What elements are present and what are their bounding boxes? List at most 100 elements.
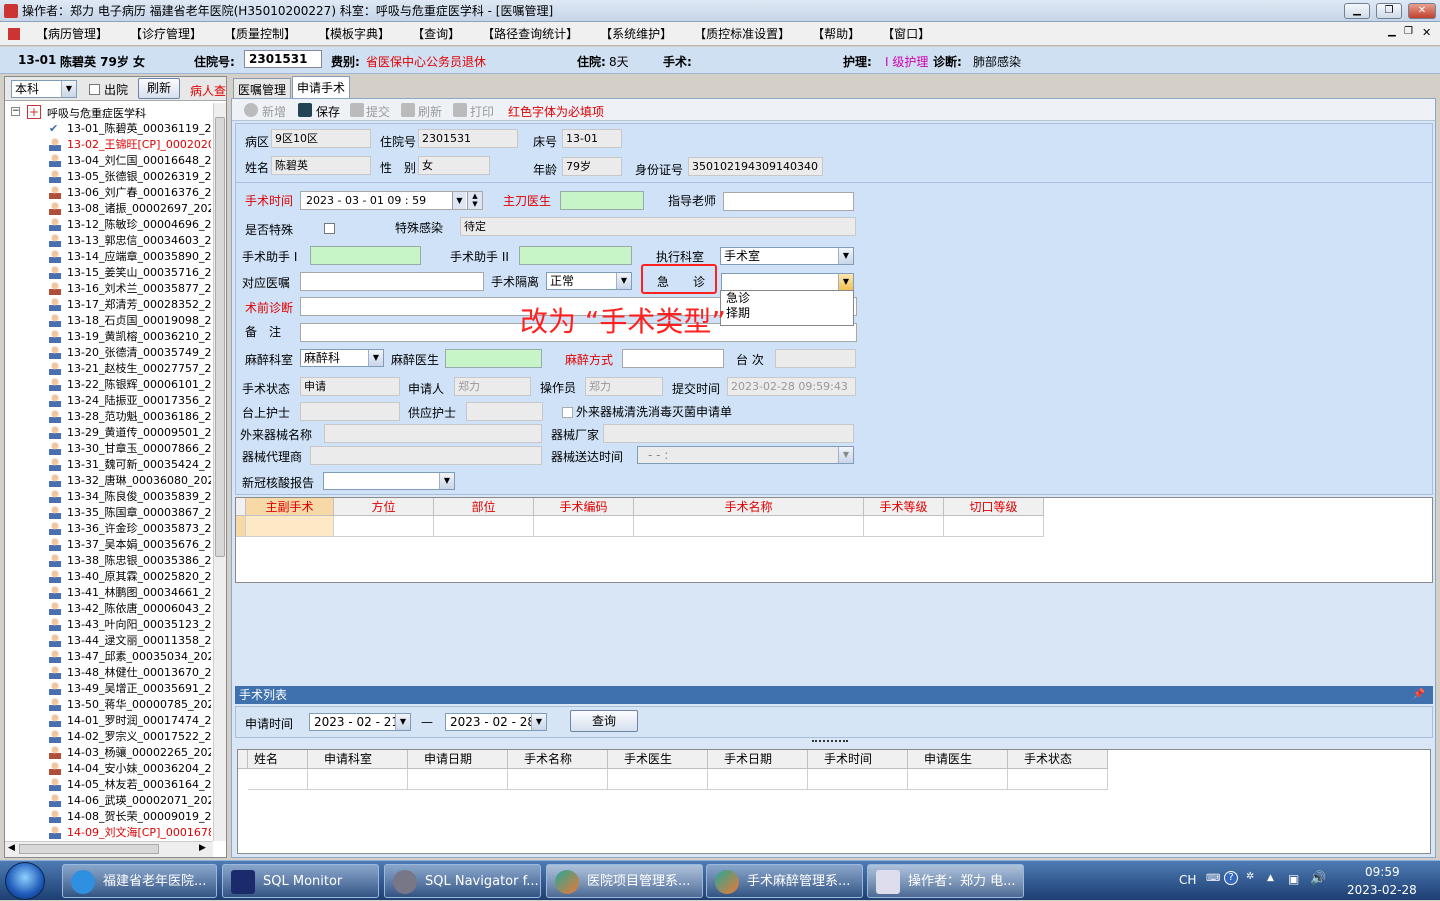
grid-cell[interactable] <box>944 516 1044 537</box>
discharged-checkbox[interactable] <box>89 84 100 95</box>
patient-tree-item[interactable]: 14-04_安小妹_00036204_20 <box>67 761 211 777</box>
list-col-header[interactable]: 手术状态 <box>1008 750 1108 769</box>
list-col-header[interactable]: 姓名 <box>248 750 308 769</box>
mdi-minimize-icon[interactable]: ▁ <box>1388 26 1396 37</box>
patient-tree-item[interactable]: 13-02_王锦旺[CP]_0002020 <box>67 137 211 153</box>
menu-path-stats[interactable]: 【路径查询统计】 <box>482 25 578 42</box>
patient-tree-item[interactable]: 14-03_杨骧_00002265_2023 <box>67 745 211 761</box>
tab-orders[interactable]: 医嘱管理 <box>233 78 292 98</box>
list-cell[interactable] <box>508 769 608 790</box>
tree-horizontal-scrollbar[interactable]: ◀ ▶ <box>5 841 213 857</box>
ext-name-field[interactable] <box>324 424 542 443</box>
list-col-header[interactable]: 申请医生 <box>908 750 1008 769</box>
order-field[interactable] <box>300 272 484 291</box>
patient-tree-item[interactable]: 13-21_赵枝生_00027757_20 <box>67 361 211 377</box>
grid-cell[interactable] <box>864 516 944 537</box>
grid-col-header[interactable]: 手术名称 <box>634 498 864 516</box>
covid-report-select[interactable]: ▼ <box>323 472 455 490</box>
anes-method-field[interactable] <box>622 349 724 368</box>
patient-tree-item[interactable]: 13-28_范功魁_00036186_20 <box>67 409 211 425</box>
task-hospital-project[interactable]: 医院项目管理系... <box>546 864 703 898</box>
scope-select[interactable]: 本科 ▼ <box>11 80 77 98</box>
patient-tree-item[interactable]: 13-47_邱素_00035034_2023 <box>67 649 211 665</box>
task-browser[interactable]: 福建省老年医院... <box>62 864 217 898</box>
grid-cell[interactable] <box>334 516 434 537</box>
special-checkbox[interactable] <box>324 223 335 234</box>
task-anesthesia[interactable]: 手术麻醉管理系... <box>706 864 863 898</box>
close-button[interactable]: ✕ <box>1408 3 1436 19</box>
menu-system[interactable]: 【系统维护】 <box>600 25 672 42</box>
query-button[interactable]: 查询 <box>570 710 638 732</box>
patient-search-link[interactable]: 病人查 <box>190 82 226 99</box>
settings-icon[interactable]: ✲ <box>1246 871 1254 882</box>
patient-tree-item[interactable]: 13-15_姜笑山_00035716_20 <box>67 265 211 281</box>
patient-tree-item[interactable]: 14-02_罗宗义_00017522_20 <box>67 729 211 745</box>
grid-col-header[interactable]: 手术编码 <box>534 498 634 516</box>
minimize-button[interactable]: ▁ <box>1344 3 1370 19</box>
vendor-field[interactable] <box>603 424 854 443</box>
patient-tree-item[interactable]: 13-29_黄道传_00009501_20 <box>67 425 211 441</box>
list-col-header[interactable]: 申请日期 <box>408 750 508 769</box>
grid-col-header[interactable]: 手术等级 <box>864 498 944 516</box>
network-icon[interactable]: ▣ <box>1288 872 1299 886</box>
list-cell[interactable] <box>708 769 808 790</box>
print-button[interactable]: 打印 <box>470 103 494 120</box>
delivery-time-field[interactable]: - - : ▼ <box>637 446 854 464</box>
surgeon-field[interactable] <box>560 191 644 210</box>
list-col-header[interactable]: 手术日期 <box>708 750 808 769</box>
patient-tree-item[interactable]: 14-05_林友若_00036164_20 <box>67 777 211 793</box>
patient-tree-item[interactable]: 13-16_刘术兰_00035877_20 <box>67 281 211 297</box>
list-cell[interactable] <box>408 769 508 790</box>
isolation-select[interactable]: 正常 ▼ <box>546 272 632 290</box>
menu-query[interactable]: 【查询】 <box>412 25 460 42</box>
mentor-field[interactable] <box>723 192 854 211</box>
menu-template[interactable]: 【模板字典】 <box>318 25 390 42</box>
patient-tree-item[interactable]: 13-41_林鹏图_00034661_20 <box>67 585 211 601</box>
grid-col-header[interactable]: 方位 <box>334 498 434 516</box>
scroll-left-icon[interactable]: ◀ <box>8 843 15 853</box>
grid-col-header[interactable]: 切口等级 <box>944 498 1044 516</box>
nurse-field[interactable] <box>300 402 400 421</box>
infect-field[interactable]: 待定 <box>460 217 856 236</box>
help-icon[interactable]: ? <box>1224 871 1238 885</box>
menu-record[interactable]: 【病历管理】 <box>36 25 108 42</box>
list-cell[interactable] <box>608 769 708 790</box>
clock-time[interactable]: 09:59 <box>1365 865 1400 879</box>
agent-field[interactable] <box>310 446 542 465</box>
maximize-button[interactable]: ❐ <box>1376 3 1402 19</box>
task-emr[interactable]: 操作者：郑力 电... <box>867 864 1024 898</box>
patient-tree-item[interactable]: 13-08_诸振_00002697_2023 <box>67 201 211 217</box>
patient-tree-item[interactable]: 13-18_石贞国_00019098_20 <box>67 313 211 329</box>
list-cell[interactable] <box>248 769 308 790</box>
patient-tree-item[interactable]: 13-24_陆振亚_00017356_20 <box>67 393 211 409</box>
refresh-button[interactable]: 刷新 <box>418 103 442 120</box>
volume-icon[interactable]: 🔊 <box>1310 871 1326 886</box>
clock-date[interactable]: 2023-02-28 <box>1347 883 1417 897</box>
date-from-picker[interactable]: 2023 - 02 - 21 ▼ <box>309 713 411 731</box>
patient-tree-item[interactable]: 13-49_吴增正_00035691_20 <box>67 681 211 697</box>
grid-cell[interactable] <box>246 516 334 537</box>
scroll-thumb[interactable] <box>215 117 225 557</box>
patient-tree-item[interactable]: 13-19_黄凯榕_00036210_20 <box>67 329 211 345</box>
table-order-field[interactable] <box>775 349 856 368</box>
list-col-header[interactable]: 申请科室 <box>308 750 408 769</box>
splitter-handle[interactable] <box>812 740 848 743</box>
patient-tree-item[interactable]: 13-48_林健仕_00013670_20 <box>67 665 211 681</box>
tab-surgery-request[interactable]: 申请手术 <box>292 76 351 98</box>
patient-tree-item[interactable]: 13-22_陈银辉_00006101_20 <box>67 377 211 393</box>
patient-tree-item[interactable]: 13-06_刘广春_00016376_20 <box>67 185 211 201</box>
patient-tree-item[interactable]: 13-37_吴本娟_00035676_20 <box>67 537 211 553</box>
hscroll-thumb[interactable] <box>19 844 159 854</box>
tree-vertical-scrollbar[interactable] <box>213 103 226 841</box>
grid-col-header[interactable]: 主副手术 <box>246 498 334 516</box>
collapse-icon[interactable]: − <box>11 107 20 116</box>
show-hidden-icon[interactable]: ▲ <box>1267 873 1274 883</box>
patient-tree-item[interactable]: 13-13_郭忠信_00034603_20 <box>67 233 211 249</box>
list-cell[interactable] <box>908 769 1008 790</box>
list-cell[interactable] <box>1008 769 1108 790</box>
patient-tree-item[interactable]: 13-50_蒋华_00000785_2023 <box>67 697 211 713</box>
keyboard-icon[interactable]: ⌨ <box>1206 873 1220 884</box>
list-col-header[interactable]: 手术时间 <box>808 750 908 769</box>
date-to-picker[interactable]: 2023 - 02 - 28 ▼ <box>445 713 547 731</box>
list-col-header[interactable]: 手术名称 <box>508 750 608 769</box>
